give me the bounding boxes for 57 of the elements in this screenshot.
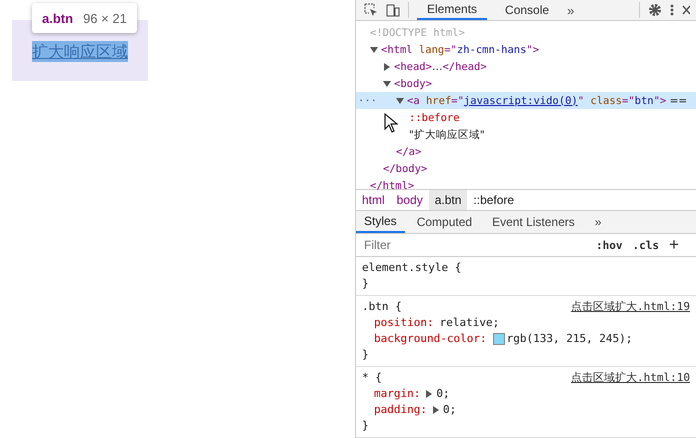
filter-toggle[interactable]: .cls: [632, 238, 659, 252]
collapse-icon[interactable]: [396, 96, 404, 104]
css-property: padding:: [374, 402, 427, 418]
tooltip-size: 96 × 21: [83, 10, 127, 26]
breadcrumb[interactable]: body: [390, 190, 429, 210]
breadcrumb[interactable]: a.btn: [428, 190, 468, 210]
dom-node-code: </a>: [396, 146, 422, 158]
styles-tab[interactable]: Event Listeners: [484, 211, 583, 234]
filter-toggle[interactable]: :hov: [596, 238, 622, 252]
inspect-icon[interactable]: [364, 3, 378, 17]
styles-tab[interactable]: Styles: [356, 211, 405, 234]
css-value: relative;: [440, 314, 500, 331]
css-property: margin:: [374, 386, 420, 402]
panel-tab[interactable]: Console: [495, 0, 560, 20]
css-value: 0;: [442, 402, 456, 418]
rule-close-brace: }: [362, 276, 370, 292]
device-icon[interactable]: [386, 3, 400, 17]
expand-icon[interactable]: [383, 62, 391, 70]
source-link[interactable]: 点击区域扩大.html:10: [571, 370, 690, 386]
source-link[interactable]: 点击区域扩大.html:19: [571, 298, 690, 315]
css-value: 0;: [436, 386, 450, 402]
dom-node-code: <!DOCTYPE html>: [370, 26, 465, 38]
dom-node-code: <a href="javascript:vido(0)" class="btn"> ==: [407, 94, 688, 106]
expand-icon[interactable]: [432, 406, 439, 414]
dom-node-code: </html>: [370, 180, 414, 192]
breadcrumb[interactable]: html: [356, 190, 391, 210]
rule-close-brace: }: [362, 418, 370, 434]
more-tabs-button[interactable]: »: [567, 2, 574, 18]
css-property: position:: [374, 314, 434, 331]
menu-icon[interactable]: [670, 3, 674, 17]
dom-node-code: <html lang="zh-cmn-hans">: [381, 44, 540, 56]
rule-close-brace: }: [362, 346, 370, 363]
settings-icon[interactable]: [648, 3, 662, 17]
panel-tab[interactable]: Elements: [417, 0, 488, 20]
selected-node-row[interactable]: ··· <a href="javascript:vido(0)" class="btn"> ==: [356, 92, 696, 109]
breadcrumb[interactable]: ::before: [467, 190, 520, 210]
collapse-icon[interactable]: [383, 80, 391, 88]
collapse-icon[interactable]: [370, 46, 378, 54]
dom-node-code: "扩大响应区域": [409, 128, 485, 142]
color-swatch[interactable]: [492, 332, 505, 345]
tooltip-selector: a.btn: [42, 10, 74, 26]
mouse-cursor-icon: [384, 113, 398, 133]
expand-icon[interactable]: [426, 390, 432, 398]
css-value: rgb(133, 215, 245);: [506, 330, 632, 347]
dom-node-code: </body>: [383, 162, 428, 174]
more-tabs-button[interactable]: »: [586, 211, 610, 234]
css-property: background-color:: [374, 330, 487, 347]
rule-selector: .btn {: [362, 298, 402, 315]
dom-node-code: <head>…</head>: [394, 60, 487, 72]
close-icon[interactable]: [682, 5, 690, 15]
dom-node-code: ::before: [409, 112, 460, 124]
new-rule-button[interactable]: +: [669, 235, 679, 256]
rule-selector: element.style {: [362, 260, 462, 276]
dom-node-code: <body>: [394, 78, 432, 90]
rule-selector: * {: [362, 370, 382, 386]
styles-tab[interactable]: Computed: [408, 211, 480, 234]
node-actions[interactable]: ···: [358, 94, 377, 106]
